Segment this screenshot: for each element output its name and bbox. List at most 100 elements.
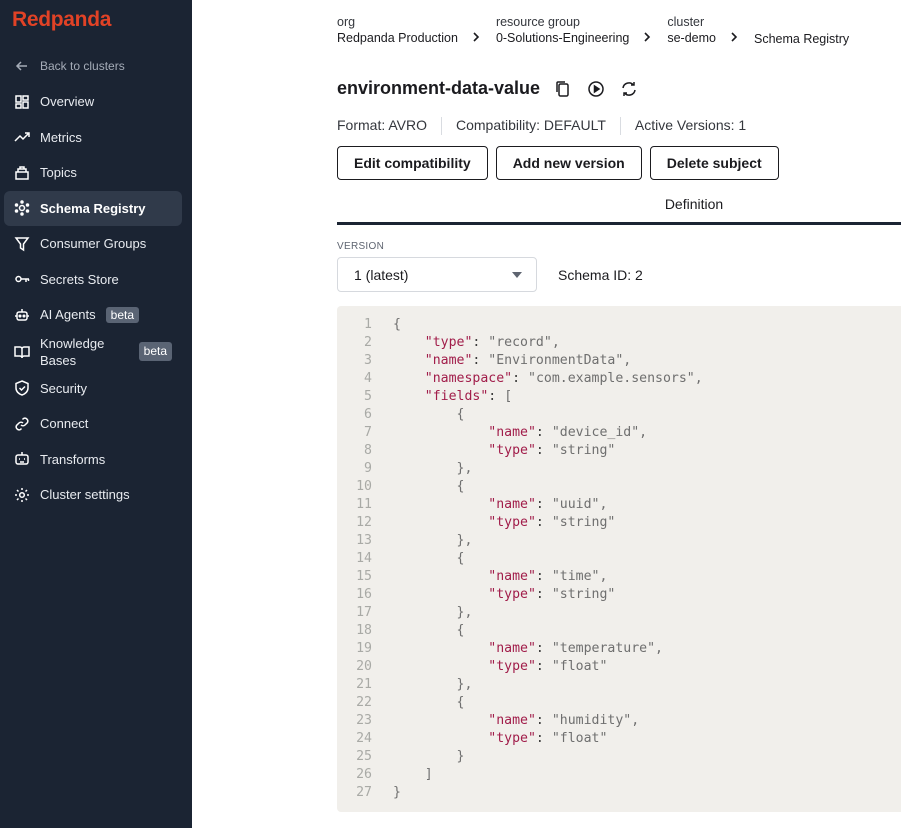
line-number: 14 — [356, 551, 372, 566]
sidebar-item-metrics[interactable]: Metrics — [4, 120, 182, 156]
line-number: 16 — [356, 587, 372, 602]
line-number: 5 — [364, 389, 372, 404]
sidebar-item-label: Security — [40, 380, 87, 396]
sidebar-item-transforms[interactable]: Transforms — [4, 442, 182, 478]
subject-header: environment-data-value — [337, 78, 638, 99]
code-text: "name": "temperature", — [488, 641, 663, 656]
breadcrumb-rg-value[interactable]: 0-Solutions-Engineering — [496, 30, 629, 46]
line-number: 13 — [356, 533, 372, 548]
copy-icon[interactable] — [554, 80, 572, 98]
sidebar: Redpanda Back to clusters Overview Metri… — [0, 0, 192, 828]
line-number: 9 — [364, 461, 372, 476]
line-number: 15 — [356, 569, 372, 584]
redpanda-logo[interactable]: Redpanda — [12, 8, 111, 32]
code-text: "type": "float" — [488, 731, 608, 746]
line-number: 11 — [356, 497, 372, 512]
sidebar-item-knowledge-bases[interactable]: Knowledge Bases beta — [4, 333, 182, 371]
breadcrumb-cluster[interactable]: cluster se-demo — [667, 15, 716, 46]
code-text: "type": "string" — [488, 587, 616, 602]
format-value: Format: AVRO — [337, 117, 427, 133]
code-line: 11 "name": "uuid", — [337, 496, 901, 514]
title-actions — [554, 80, 638, 98]
code-line: 7 "name": "device_id", — [337, 424, 901, 442]
code-line: 2 "type": "record", — [337, 334, 901, 352]
code-line: 8 "type": "string" — [337, 442, 901, 460]
line-number: 12 — [356, 515, 372, 530]
sidebar-item-label: Knowledge Bases — [40, 335, 105, 368]
breadcrumb-resource-group[interactable]: resource group 0-Solutions-Engineering — [496, 15, 629, 46]
sidebar-item-label: Topics — [40, 165, 77, 181]
breadcrumb-org-value[interactable]: Redpanda Production — [337, 30, 458, 46]
line-number: 19 — [356, 641, 372, 656]
line-number: 6 — [364, 407, 372, 422]
sidebar-item-overview[interactable]: Overview — [4, 84, 182, 120]
code-line: 26 ] — [337, 766, 901, 784]
sidebar-item-cluster-settings[interactable]: Cluster settings — [4, 477, 182, 513]
code-line: 4 "namespace": "com.example.sensors", — [337, 370, 901, 388]
line-number: 20 — [356, 659, 372, 674]
active-versions-value: Active Versions: 1 — [634, 117, 747, 133]
code-text: }, — [393, 605, 473, 620]
refresh-icon[interactable] — [620, 80, 638, 98]
breadcrumb-cluster-value[interactable]: se-demo — [667, 30, 716, 46]
code-text: "name": "EnvironmentData", — [424, 353, 632, 368]
code-line: 23 "name": "humidity", — [337, 712, 901, 730]
line-number: 2 — [364, 335, 372, 350]
code-text: { — [393, 551, 465, 566]
edit-compatibility-button[interactable]: Edit compatibility — [337, 146, 488, 180]
code-text: "name": "device_id", — [488, 425, 648, 440]
code-text: } — [393, 749, 465, 764]
line-number: 25 — [356, 749, 372, 764]
sidebar-item-secrets-store[interactable]: Secrets Store — [4, 262, 182, 298]
code-line: 19 "name": "temperature", — [337, 640, 901, 658]
code-text: }, — [393, 533, 473, 548]
code-text: "fields": [ — [424, 389, 513, 404]
add-new-version-button[interactable]: Add new version — [495, 146, 642, 180]
schema-code-viewer[interactable]: 1{2 "type": "record", 3 "name": "Environm… — [337, 306, 901, 812]
schema-icon — [14, 200, 30, 216]
line-number: 1 — [364, 317, 372, 332]
tab-definition[interactable]: Definition — [337, 196, 901, 212]
line-number: 24 — [356, 731, 372, 746]
sidebar-item-label: Consumer Groups — [40, 236, 147, 252]
sidebar-item-label: Schema Registry — [40, 200, 146, 216]
code-line: 20 "type": "float" — [337, 658, 901, 676]
play-icon[interactable] — [587, 80, 605, 98]
code-text: }, — [393, 677, 473, 692]
tab-bar: Definition — [337, 196, 901, 225]
sidebar-item-schema-registry[interactable]: Schema Registry — [4, 190, 182, 226]
delete-subject-button[interactable]: Delete subject — [649, 146, 779, 180]
code-text: "type": "string" — [488, 443, 616, 458]
breadcrumb-rg-label: resource group — [495, 15, 581, 29]
subject-actions: Edit compatibility Add new version Delet… — [337, 146, 779, 180]
sidebar-item-ai-agents[interactable]: AI Agents beta — [4, 297, 182, 333]
topics-icon — [14, 165, 30, 181]
code-line: 1{ — [337, 316, 901, 334]
sidebar-item-label: AI Agents — [40, 307, 96, 323]
chevron-right-icon — [642, 31, 654, 46]
line-number: 26 — [356, 767, 372, 782]
back-to-clusters-link[interactable]: Back to clusters — [14, 58, 125, 74]
code-line: 15 "name": "time", — [337, 568, 901, 586]
sidebar-item-consumer-groups[interactable]: Consumer Groups — [4, 226, 182, 262]
version-select[interactable]: 1 (latest) — [337, 257, 537, 292]
line-number: 17 — [356, 605, 372, 620]
sidebar-item-connect[interactable]: Connect — [4, 406, 182, 442]
sidebar-item-security[interactable]: Security — [4, 371, 182, 407]
gear-icon — [14, 487, 30, 503]
line-number: 8 — [364, 443, 372, 458]
sidebar-item-label: Secrets Store — [40, 271, 119, 287]
divider — [440, 117, 442, 135]
compatibility-value: Compatibility: DEFAULT — [455, 117, 606, 133]
line-number: 27 — [356, 785, 372, 800]
sidebar-item-topics[interactable]: Topics — [4, 155, 182, 191]
grid-icon — [14, 94, 30, 110]
code-line: 9 }, — [337, 460, 901, 478]
code-line: 25 } — [337, 748, 901, 766]
code-line: 16 "type": "string" — [337, 586, 901, 604]
breadcrumb-org[interactable]: org Redpanda Production — [337, 15, 458, 46]
code-text: { — [393, 479, 465, 494]
subject-meta: Format: AVRO Compatibility: DEFAULT Acti… — [337, 117, 746, 135]
code-line: 12 "type": "string" — [337, 514, 901, 532]
robot-icon — [14, 307, 30, 323]
